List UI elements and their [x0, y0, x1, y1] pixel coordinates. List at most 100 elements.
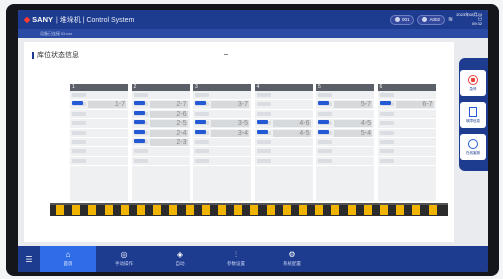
wifi-icon: ≋ — [447, 17, 453, 23]
manual-icon: ◎ — [120, 250, 128, 259]
slot-marker — [256, 139, 271, 144]
slot-marker — [133, 149, 148, 154]
storage-slot[interactable] — [131, 157, 190, 167]
rail-track — [50, 203, 448, 216]
storage-slot[interactable] — [377, 147, 436, 157]
rail-segment — [88, 205, 97, 215]
storage-slot[interactable] — [70, 147, 128, 157]
side-label: 故障信息 — [466, 118, 480, 123]
top-bar: ◆ SANY | 堆垛机 | Control System 001 A002 ≋… — [18, 10, 488, 29]
storage-slot[interactable] — [377, 138, 436, 148]
online-service-button[interactable]: 在线客服 — [460, 134, 486, 160]
slot-tag — [133, 120, 145, 125]
storage-slot[interactable] — [377, 91, 436, 101]
storage-slot[interactable] — [70, 129, 128, 138]
storage-slot[interactable] — [193, 91, 251, 101]
slot-marker — [256, 111, 271, 116]
storage-slot[interactable]: 4-5 — [316, 119, 374, 129]
storage-slot[interactable] — [70, 91, 128, 101]
storage-slot[interactable]: 1-7 — [70, 100, 128, 110]
storage-slot[interactable] — [70, 110, 128, 120]
storage-slot[interactable] — [70, 119, 128, 129]
storage-slot[interactable]: 3-4 — [193, 129, 251, 138]
slot-marker — [72, 130, 86, 135]
storage-slot[interactable] — [193, 147, 251, 157]
status-pill-2[interactable]: A002 — [417, 14, 445, 25]
rail-segment — [315, 205, 324, 215]
storage-slot[interactable]: 2-5 — [131, 119, 190, 129]
menu-button[interactable]: ☰ — [18, 255, 40, 264]
rail-segment — [120, 205, 129, 215]
storage-slot[interactable]: 3-5 — [193, 119, 251, 129]
storage-column: 6 6-7 — [377, 84, 436, 201]
storage-slot[interactable] — [193, 157, 251, 167]
storage-slot[interactable]: 2-7 — [131, 100, 190, 110]
storage-slot[interactable] — [316, 110, 374, 120]
storage-slot[interactable]: 4-6 — [254, 119, 313, 129]
storage-slot[interactable]: 2-4 — [131, 129, 190, 138]
slot-position: 1-7 — [114, 101, 125, 109]
rail-segment — [347, 205, 356, 215]
storage-slot[interactable] — [193, 110, 251, 120]
storage-slot[interactable] — [316, 138, 374, 148]
storage-slot[interactable]: 5-7 — [316, 100, 374, 110]
nav-label: 系统配置 — [283, 261, 301, 266]
slot-marker — [318, 158, 332, 163]
fault-info-button[interactable]: 故障信息 — [460, 102, 486, 128]
slot-marker — [379, 130, 394, 135]
slot-tag — [256, 120, 268, 125]
storage-slot[interactable] — [254, 91, 313, 101]
rail-segment — [218, 205, 226, 215]
status-pill-1[interactable]: 001 — [389, 14, 415, 25]
layers-icon: ◈ — [176, 250, 184, 259]
storage-slot[interactable]: 2-3 — [131, 138, 190, 148]
emergency-stop-button[interactable]: 急停 — [460, 70, 486, 96]
panel-title-text: 库位状态信息 — [37, 52, 79, 59]
storage-slot[interactable] — [70, 157, 128, 167]
storage-slot[interactable]: 6-7 — [377, 100, 436, 110]
nav-system[interactable]: ⚙ 系统配置 — [264, 246, 320, 272]
nav-manual[interactable]: ◎ 手动操作 — [96, 246, 152, 272]
rail-segment — [137, 205, 145, 215]
storage-slot[interactable]: 5-4 — [316, 129, 374, 138]
slot-position: 3-7 — [237, 101, 248, 109]
slot-position: 2-5 — [176, 120, 187, 128]
storage-slot[interactable]: 4-5 — [254, 129, 313, 138]
title-accent — [32, 51, 34, 59]
storage-slot[interactable] — [377, 119, 436, 129]
slot-marker — [72, 149, 86, 154]
storage-slot[interactable] — [316, 147, 374, 157]
storage-slot[interactable] — [193, 138, 251, 148]
storage-slot[interactable]: 2-6 — [131, 110, 190, 120]
storage-slot[interactable] — [254, 100, 313, 110]
storage-slot[interactable] — [131, 91, 190, 101]
storage-column: 4 4-6 4-5 — [254, 84, 313, 201]
storage-slot[interactable] — [377, 129, 436, 138]
nav-auto[interactable]: ◈ 自动 — [152, 246, 208, 272]
storage-slot[interactable] — [131, 147, 190, 157]
slot-marker — [256, 93, 271, 97]
storage-slot[interactable] — [70, 138, 128, 148]
document-icon — [469, 106, 477, 117]
storage-slot[interactable] — [254, 147, 313, 157]
slot-marker — [379, 111, 394, 116]
slot-marker — [72, 121, 86, 126]
status-pill-label: 001 — [401, 17, 410, 22]
storage-slot[interactable] — [254, 110, 313, 120]
nav-params[interactable]: ⫶ 参数设置 — [208, 246, 264, 272]
storage-slot[interactable] — [377, 157, 436, 167]
storage-slot[interactable] — [254, 138, 313, 148]
storage-status-panel: 库位状态信息 1 1-7 2 2-7 2-6 2-5 2-4 2-3 3 3-7 3-5 3-4 4 4-… — [24, 42, 454, 242]
storage-slot[interactable]: 3-7 — [193, 100, 251, 110]
storage-slot[interactable] — [316, 157, 374, 167]
rail-segment — [266, 205, 275, 215]
rail-segment — [153, 205, 162, 215]
rail-segment — [299, 205, 307, 215]
nav-home[interactable]: ⌂ 首页 — [40, 246, 96, 272]
storage-slot[interactable] — [254, 157, 313, 167]
status-dot-icon — [394, 17, 400, 22]
slot-marker — [318, 149, 332, 154]
storage-slot[interactable] — [377, 110, 436, 120]
slot-position: 5-7 — [360, 101, 371, 109]
storage-slot[interactable] — [316, 91, 374, 101]
